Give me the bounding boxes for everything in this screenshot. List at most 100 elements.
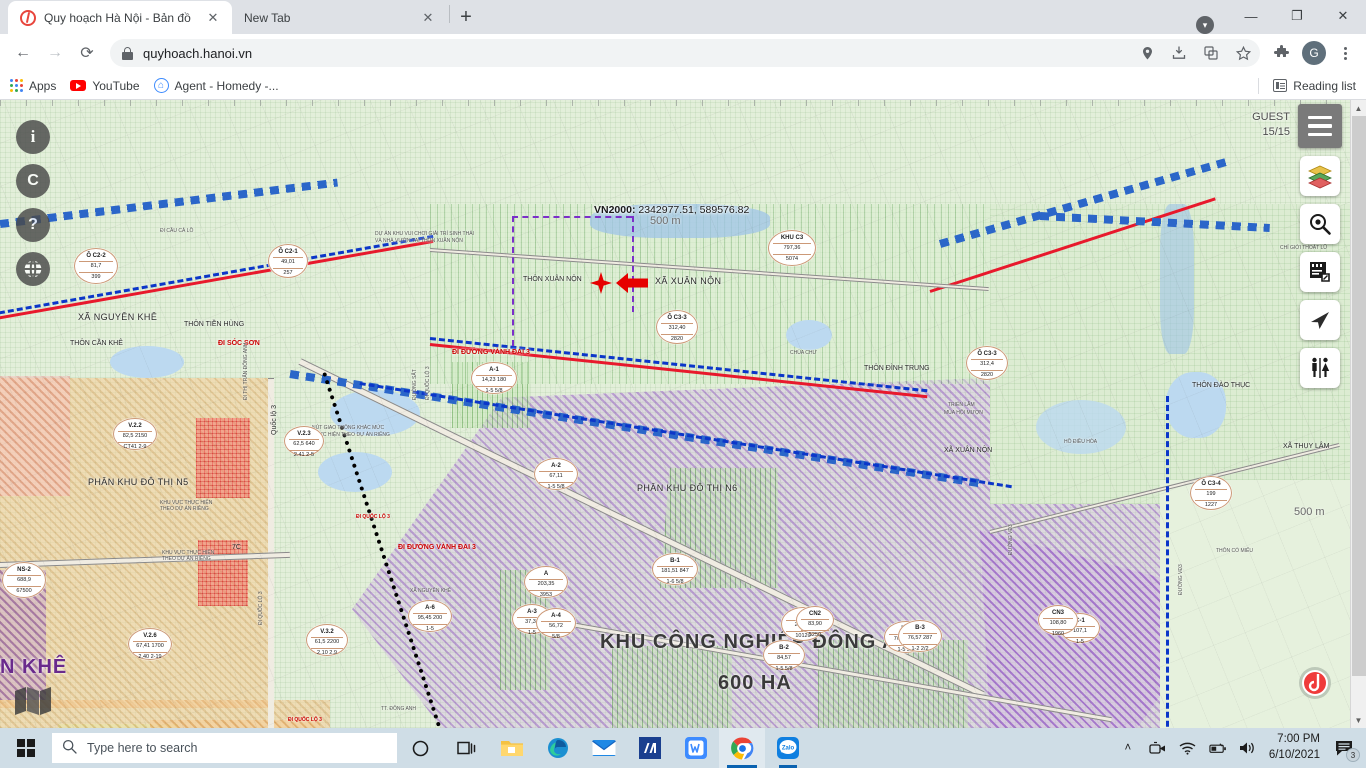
reload-icon[interactable]: ⟳ [72,38,102,68]
parcel-area: 312,40 [668,325,686,332]
location-pin-icon[interactable] [1136,42,1158,64]
navigate-icon[interactable] [1300,300,1340,340]
notification-center-button[interactable]: 3 [1332,735,1360,762]
map-label-vertical: ĐƯỜNG VĐ3 [1178,564,1184,595]
task-view-icon[interactable] [443,728,489,768]
site-logo-button[interactable] [1298,666,1332,700]
reading-list-button[interactable]: Reading list [1273,79,1356,93]
new-tab-button[interactable]: + [452,3,480,31]
address-bar[interactable]: quyhoach.hanoi.vn [110,39,1260,67]
microsoft-edge-icon[interactable] [535,728,581,768]
profile-avatar[interactable]: G [1302,41,1326,65]
chevron-down-icon[interactable]: ▾ [1196,16,1214,34]
parcel-badge[interactable]: B-1 181,51 847 1-6 5/8 [652,553,698,585]
info-icon[interactable]: i [16,120,50,154]
clock[interactable]: 7:00 PM 6/10/2021 [1269,732,1320,763]
parcel-badge[interactable]: KHU C3 797,36 5074 [768,230,816,266]
parcel-badge[interactable]: A 203,35 3953 [524,566,568,598]
cortana-circle-icon[interactable] [397,728,443,768]
map-legend-icon[interactable] [14,686,52,716]
scrollbar-thumb[interactable] [1352,116,1366,676]
tab-new-tab[interactable]: New Tab ✕ [232,1,447,34]
forward-icon[interactable]: → [40,38,70,68]
parcel-pop: 2.10 2.9 [317,649,337,656]
system-tray: ˄ 7:00 PM 6/10/2021 3 [1119,732,1366,763]
scroll-up-button[interactable]: ▲ [1350,100,1366,116]
browser-window: Quy hoạch Hà Nội - Bản đồ ✕ New Tab ✕ + … [0,0,1366,728]
parcel-badge[interactable]: V.2.2 82,5 2150 CT41 2-9 [113,418,157,450]
map-label: 600 HA [718,672,792,694]
parcel-badge[interactable]: B-2 84,57 1-5 5/8 [763,640,805,672]
wifi-icon[interactable] [1179,739,1197,757]
blue-app-icon[interactable] [627,728,673,768]
tray-expand-icon[interactable]: ˄ [1119,739,1137,757]
camera-icon[interactable] [1149,739,1167,757]
tab-close-button[interactable]: ✕ [204,9,222,27]
bookmark-homedy[interactable]: Agent - Homedy -... [153,78,279,93]
restroom-icon[interactable] [1300,348,1340,388]
taskbar-search-box[interactable]: Type here to search [52,733,397,763]
file-explorer-icon[interactable] [489,728,535,768]
measure-icon[interactable] [1300,252,1340,292]
parcel-badge[interactable]: V.2.3 62,5 640 2.41 2-5 [284,426,324,458]
parcel-pop: 2820 [670,335,684,342]
parcel-badge[interactable]: A-6 95,45 200 1-5 [408,600,452,632]
bookmark-apps[interactable]: Apps [10,79,56,93]
parcel-pop: 1-5 5/8 [547,483,565,490]
map-label: THEO DỰ ÁN RIÊNG [160,506,209,512]
globe-icon[interactable] [16,252,50,286]
kebab-menu-icon[interactable] [1332,39,1358,67]
install-app-icon[interactable] [1168,42,1190,64]
parcel-badge[interactable]: Ô C3-3 312,4 2820 [966,346,1008,380]
parcel-badge[interactable]: Ô C3-3 312,40 2820 [656,310,698,344]
parcel-pop: 2.41 2-5 [293,451,315,458]
parcel-badge[interactable]: A-4 56,72 5/8 [536,608,576,640]
tab-close-button[interactable]: ✕ [419,9,437,27]
close-window-button[interactable]: ✕ [1320,0,1366,32]
back-icon[interactable]: ← [8,38,38,68]
scroll-down-button[interactable]: ▼ [1350,712,1366,728]
parcel-badge[interactable]: Ô C2-2 81,7 399 [74,248,118,284]
map-scrollbar[interactable]: ▲ ▼ [1350,100,1366,728]
parcel-badge[interactable]: NS-2 688,9 67500 [2,562,46,598]
parcel-badge[interactable]: CN2 83,90 5250 [796,606,834,638]
parcel-area: 199 [1206,491,1216,498]
help-icon[interactable]: ? [16,208,50,242]
layers-icon[interactable] [1300,156,1340,196]
google-chrome-icon[interactable] [719,728,765,768]
translate-icon[interactable] [1200,42,1222,64]
hamburger-menu-icon[interactable] [1298,104,1342,148]
parcel-badge[interactable]: B-3 76,57 287 1-2 2/2 [898,620,942,652]
tab-quy-hoach[interactable]: Quy hoạch Hà Nội - Bản đồ ✕ [8,1,232,34]
puzzle-icon[interactable] [1268,39,1296,67]
map-canvas[interactable]: VN2000: 2342977.51, 589576.82 500 m 500 … [0,100,1366,728]
red-arrow-marker[interactable] [616,272,648,294]
maximize-button[interactable]: ❐ [1274,0,1320,32]
bookmark-youtube[interactable]: YouTube [70,79,140,93]
red-star-marker[interactable] [590,272,612,294]
search-zoom-icon[interactable] [1300,204,1340,244]
parcel-code: Ô C2-2 [86,253,106,259]
copyright-icon[interactable]: C [16,164,50,198]
parcel-badge[interactable]: A-2 67,11 1-5 5/8 [534,458,578,490]
parcel-badge[interactable]: A-1 14,23 180 1-5 5/8 [471,362,517,394]
volume-icon[interactable] [1239,739,1257,757]
mail-icon[interactable] [581,728,627,768]
start-button[interactable] [4,728,48,768]
apps-grid-icon [10,79,23,92]
zalo-icon[interactable]: Zalo [765,728,811,768]
parcel-badge[interactable]: Ô C3-4 199 1227 [1190,476,1232,510]
coordinate-prefix: VN2000: [594,204,636,216]
battery-icon[interactable] [1209,739,1227,757]
wps-office-icon[interactable] [673,728,719,768]
star-icon[interactable] [1232,42,1254,64]
minimize-button[interactable]: — [1228,0,1274,32]
map-viewport[interactable]: VN2000: 2342977.51, 589576.82 500 m 500 … [0,100,1366,728]
parcel-area: 56,72 [549,623,563,630]
parcel-code: NS-2 [17,567,31,573]
map-label: CHÙA CHƯ [790,350,817,356]
parcel-badge[interactable]: V.3.2 61,5 2200 2.10 2.9 [306,624,348,656]
parcel-badge[interactable]: V.2.6 67,41 1700 2.40 2-19 [128,628,172,660]
parcel-badge[interactable]: CN3 108,80 1960 [1038,605,1078,637]
parcel-badge[interactable]: Ô C2-1 49,01 257 [268,244,308,278]
